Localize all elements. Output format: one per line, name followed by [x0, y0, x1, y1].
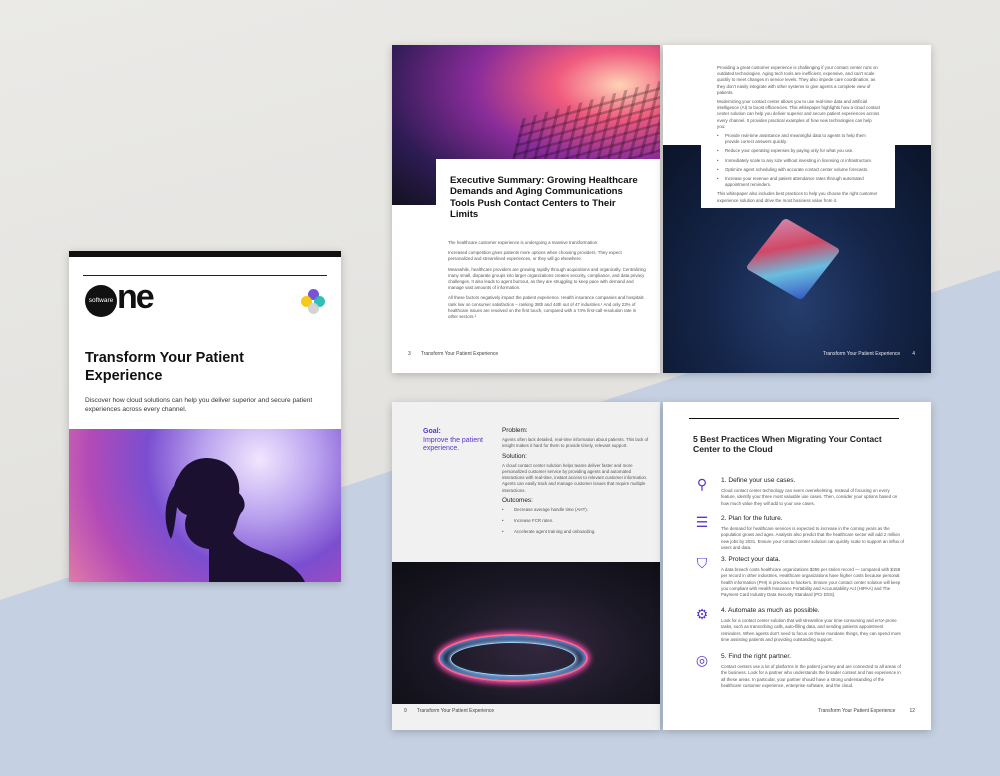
cover-top-bar	[69, 251, 341, 257]
case-column: Problem: Agents often lack detailed, rea…	[502, 427, 652, 541]
gear-icon: ⚙	[695, 606, 709, 622]
silhouette-image	[165, 457, 305, 582]
practice-text: A data breach costs healthcare organizat…	[721, 567, 901, 598]
cover-subtitle: Discover how cloud solutions can help yo…	[85, 397, 313, 413]
target-icon: ◎	[695, 652, 709, 668]
outcomes-heading: Outcomes:	[502, 496, 533, 504]
page-12-title: 5 Best Practices When Migrating Your Con…	[693, 434, 882, 455]
list-item: Increase FCR rates.	[502, 518, 652, 524]
logo-small-text: software	[88, 297, 114, 304]
footer-title: Transform Your Patient Experience	[416, 708, 495, 714]
goal-label: Goal:	[423, 428, 441, 435]
logo-circle: software	[85, 285, 117, 317]
page-12-footer: Transform Your Patient Experience 12	[818, 708, 915, 714]
practice-item: 2. Plan for the future. The demand for h…	[721, 515, 905, 551]
cover-photo	[69, 429, 341, 582]
benefit-list: Provide real-time assistance and meaning…	[717, 133, 881, 188]
paragraph: The healthcare customer experience is un…	[448, 240, 599, 245]
list-item: Accelerate agent training and onboarding…	[502, 529, 652, 535]
title-box: Executive Summary: Growing Healthcare De…	[436, 159, 660, 235]
problem-text: Agents often lack detailed, real-time in…	[502, 437, 649, 449]
cover-rule	[83, 275, 327, 276]
page-4-textbox: Providing a great customer experience is…	[701, 45, 895, 208]
page-4: Providing a great customer experience is…	[663, 45, 931, 373]
page-3-body: The healthcare customer experience is un…	[448, 240, 646, 324]
list-item: Immediately scale to any size without in…	[717, 158, 881, 164]
cover-title: Transform Your Patient Experience	[85, 350, 244, 384]
solution-heading: Solution:	[502, 452, 527, 460]
practice-item: 4. Automate as much as possible. Look fo…	[721, 607, 905, 643]
list-item: Increase your revenue and patient attend…	[717, 176, 881, 188]
page-number: 3	[408, 351, 411, 357]
list-item: Decrease average handle time (AHT).	[502, 507, 652, 513]
practice-text: Contact centers use a lot of platforms i…	[721, 664, 901, 688]
practice-text: Cloud contact center technology can seem…	[721, 488, 898, 506]
outcomes-list: Decrease average handle time (AHT). Incr…	[502, 507, 652, 536]
practice-heading: 4. Automate as much as possible.	[721, 607, 820, 614]
page-3: Executive Summary: Growing Healthcare De…	[392, 45, 660, 373]
page-4-footer: Transform Your Patient Experience 4	[823, 351, 915, 357]
paragraph: Increased competition gives patients mor…	[448, 250, 622, 262]
goal-text: Improve the patient experience.	[423, 436, 483, 453]
practice-text: The demand for healthcare services is ex…	[721, 526, 905, 550]
logo-text: ne	[117, 278, 155, 316]
practice-heading: 5. Find the right partner.	[721, 653, 792, 660]
page-3-title: Executive Summary: Growing Healthcare De…	[450, 175, 638, 221]
practice-heading: 2. Plan for the future.	[721, 515, 783, 522]
footer-title: Transform Your Patient Experience	[818, 708, 896, 714]
footer-title: Transform Your Patient Experience	[822, 351, 901, 357]
solution-text: A cloud contact center solution helps te…	[502, 462, 648, 493]
page-number: 12	[909, 708, 915, 714]
light-ring-inner-image	[450, 642, 576, 676]
footer-title: Transform Your Patient Experience	[420, 351, 499, 357]
page-12-rule	[689, 418, 899, 419]
page-12: 5 Best Practices When Migrating Your Con…	[663, 402, 931, 730]
page-9-footer: 9 Transform Your Patient Experience	[404, 708, 494, 714]
shield-icon: ⛉	[696, 555, 708, 571]
hand-photo	[392, 562, 660, 704]
page-number: 9	[404, 708, 407, 714]
page-number: 4	[912, 351, 915, 357]
page-3-footer: 3 Transform Your Patient Experience	[408, 351, 498, 357]
paragraph: Meanwhile, healthcare providers are grow…	[448, 266, 646, 291]
paragraph: This whitepaper also includes best pract…	[717, 191, 878, 203]
practice-heading: 3. Protect your data.	[721, 556, 781, 563]
practice-text: Look for a contact center solution that …	[721, 618, 901, 642]
list-item: Optimize agent scheduling with accurate …	[717, 167, 881, 173]
checklist-icon: ☰	[695, 514, 709, 530]
page-9: Goal: Improve the patient experience. Pr…	[392, 402, 660, 730]
brand-mark-icon	[301, 289, 325, 315]
practice-item: 1. Define your use cases. Cloud contact …	[721, 477, 905, 507]
list-item: Provide real-time assistance and meaning…	[717, 133, 881, 145]
paragraph: Modernizing your contact center allows y…	[717, 99, 881, 129]
paragraph: All these factors negatively impact the …	[448, 295, 644, 320]
list-item: Reduce your operating expenses by paying…	[717, 148, 881, 154]
practice-heading: 1. Define your use cases.	[721, 477, 796, 484]
practice-item: 3. Protect your data. A data breach cost…	[721, 556, 905, 598]
brochure-cover: software ne Transform Your Patient Exper…	[69, 251, 341, 582]
practice-item: 5. Find the right partner. Contact cente…	[721, 653, 905, 689]
problem-heading: Problem:	[502, 427, 528, 434]
goal-block: Goal: Improve the patient experience.	[423, 428, 489, 454]
magnifier-icon: ⚲	[696, 476, 708, 492]
paragraph: Providing a great customer experience is…	[717, 65, 878, 95]
